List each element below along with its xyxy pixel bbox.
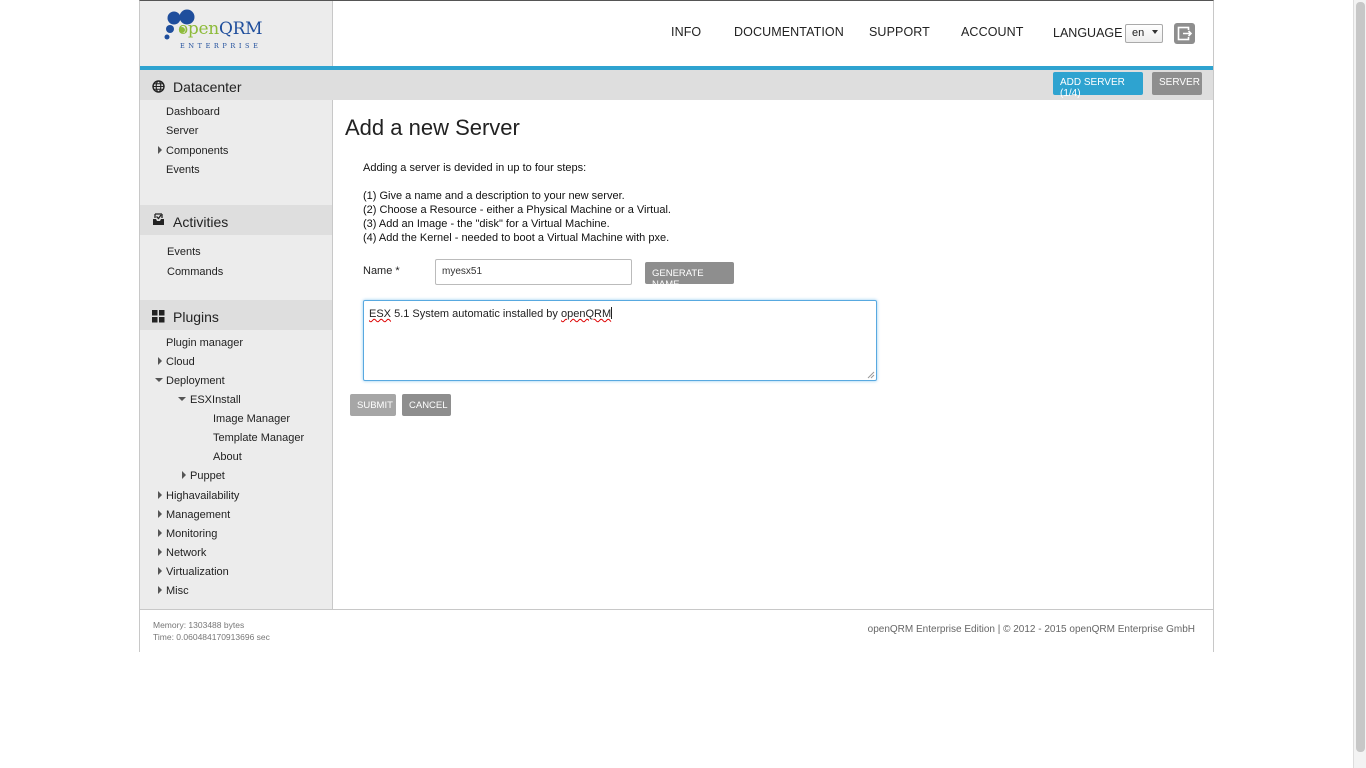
sidebar-item-about[interactable]: About	[213, 451, 242, 463]
scrollbar-thumb[interactable]	[1356, 2, 1365, 752]
description-textarea[interactable]: ESX 5.1 System automatic installed by op…	[363, 300, 877, 381]
nav-support[interactable]: SUPPORT	[869, 25, 930, 39]
inbox-icon	[153, 213, 164, 225]
server-button[interactable]: SERVER	[1152, 72, 1202, 95]
logout-button[interactable]	[1174, 23, 1195, 44]
nav-account[interactable]: ACCOUNT	[961, 25, 1024, 39]
sidebar-item-deployment[interactable]: Deployment	[166, 375, 225, 387]
page-title: Add a new Server	[345, 115, 520, 140]
sidebar: Dashboard Server Components Events Activ…	[140, 100, 333, 609]
triangle-right-icon	[158, 586, 162, 594]
submit-button[interactable]: SUBMIT	[350, 394, 396, 416]
main-content: Add a new Server Adding a server is devi…	[334, 100, 1213, 609]
language-label: LANGUAGE	[1053, 26, 1123, 40]
triangle-right-icon	[158, 510, 162, 518]
intro-text: Adding a server is devided in up to four…	[363, 162, 587, 174]
sidebar-item-events[interactable]: Events	[166, 164, 200, 176]
sidebar-item-monitoring[interactable]: Monitoring	[166, 528, 217, 540]
sidebar-item-server[interactable]: Server	[166, 125, 198, 137]
step-3-text: (3) Add an Image - the "disk" for a Virt…	[363, 218, 610, 230]
nav-documentation[interactable]: DOCUMENTATION	[734, 25, 844, 39]
triangle-right-icon	[158, 529, 162, 537]
sidebar-item-activities-events[interactable]: Events	[167, 246, 201, 258]
sidebar-item-virtualization[interactable]: Virtualization	[166, 566, 229, 578]
brand-sub: ENTERPRISE	[180, 42, 262, 50]
description-text: 5.1 System automatic installed by	[391, 308, 561, 320]
sidebar-item-image-manager[interactable]: Image Manager	[213, 413, 290, 425]
footer: Memory: 1303488 bytes Time: 0.0604841709…	[140, 609, 1213, 652]
memory-usage: Memory: 1303488 bytes	[153, 620, 245, 630]
resize-handle-icon[interactable]	[866, 370, 875, 379]
app-frame: openQRM ENTERPRISE INFO DOCUMENTATION SU…	[139, 0, 1214, 652]
triangle-right-icon	[158, 491, 162, 499]
language-value: en	[1132, 27, 1145, 39]
sidebar-item-misc[interactable]: Misc	[166, 585, 189, 597]
plugins-header: Plugins	[140, 300, 332, 330]
sidebar-item-highavailability[interactable]: Highavailability	[166, 490, 239, 502]
sidebar-item-components[interactable]: Components	[166, 145, 228, 157]
sidebar-item-commands[interactable]: Commands	[167, 266, 223, 278]
activities-title: Activities	[173, 214, 229, 230]
logout-icon	[1177, 26, 1193, 41]
sidebar-item-network[interactable]: Network	[166, 547, 206, 559]
sidebar-item-template-manager[interactable]: Template Manager	[213, 432, 304, 444]
sidebar-item-cloud[interactable]: Cloud	[166, 356, 195, 368]
language-select[interactable]: en	[1125, 24, 1163, 43]
nav-info[interactable]: INFO	[671, 25, 701, 39]
chevron-down-icon	[1152, 30, 1158, 34]
brand-name: openQRM	[178, 19, 262, 39]
triangle-right-icon	[158, 567, 162, 575]
section-header: Datacenter ADD SERVER (1/4) SERVER	[140, 70, 1213, 100]
text-cursor	[611, 307, 613, 319]
brand-open: open	[178, 19, 219, 39]
sidebar-item-management[interactable]: Management	[166, 509, 230, 521]
sidebar-item-puppet[interactable]: Puppet	[190, 470, 225, 482]
sidebar-item-esxinstall[interactable]: ESXInstall	[190, 394, 241, 406]
step-4-text: (4) Add the Kernel - needed to boot a Vi…	[363, 232, 670, 244]
section-title: Datacenter	[173, 79, 242, 95]
brand-qrm: QRM	[218, 19, 263, 39]
triangle-right-icon	[158, 548, 162, 556]
page-scrollbar[interactable]	[1353, 0, 1366, 768]
copyright: openQRM Enterprise Edition | © 2012 - 20…	[867, 624, 1195, 635]
triangle-right-icon	[158, 357, 162, 365]
render-time: Time: 0.060484170913696 sec	[153, 632, 270, 642]
triangle-right-icon	[182, 471, 186, 479]
description-word-esx: ESX	[369, 308, 392, 320]
name-input-value: myesx51	[442, 266, 483, 277]
plugins-title: Plugins	[173, 309, 219, 325]
logo-area: openQRM ENTERPRISE	[140, 1, 333, 66]
triangle-right-icon	[158, 146, 162, 154]
sidebar-item-plugin-manager[interactable]: Plugin manager	[166, 337, 243, 349]
top-navigation: INFO DOCUMENTATION SUPPORT ACCOUNT LANGU…	[334, 1, 1213, 66]
triangle-down-icon	[155, 378, 163, 382]
globe-icon	[152, 80, 165, 93]
step-1-text: (1) Give a name and a description to you…	[363, 190, 625, 202]
generate-name-button[interactable]: GENERATE NAME	[645, 262, 734, 290]
step-2-text: (2) Choose a Resource - either a Physica…	[363, 204, 671, 216]
name-label: Name *	[363, 265, 400, 277]
name-input[interactable]: myesx51	[435, 259, 632, 285]
activities-header: Activities	[140, 205, 332, 235]
add-server-button[interactable]: ADD SERVER (1/4)	[1053, 72, 1143, 99]
sidebar-item-dashboard[interactable]: Dashboard	[166, 106, 220, 118]
description-word-openqrm: openQRM	[560, 308, 612, 320]
cancel-button[interactable]: CANCEL	[402, 394, 451, 416]
grid-icon	[152, 310, 165, 323]
triangle-down-icon	[178, 397, 186, 401]
